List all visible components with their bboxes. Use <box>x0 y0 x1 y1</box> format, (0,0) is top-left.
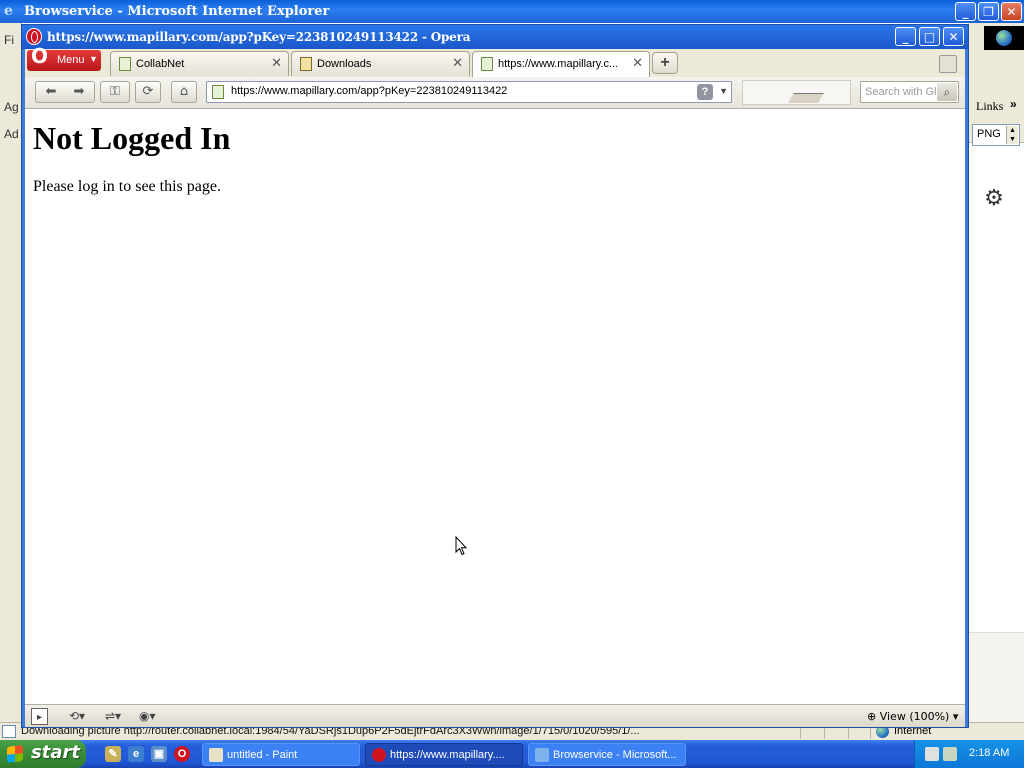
tab-bar: O Menu ▼ CollabNet ✕ Downloads ✕ https:/… <box>25 44 965 77</box>
navigation-toolbar: ⬅ ➡ ⚿ ⟳ ⌂ https://www.mapillary.com/app?p… <box>25 77 965 109</box>
opera-o-icon: O <box>31 44 49 68</box>
ie-throbber-globe-icon <box>984 26 1024 50</box>
ie-links-label[interactable]: Links <box>976 99 1003 114</box>
reload-icon[interactable]: ⟳ <box>135 81 161 103</box>
share-icon[interactable]: ⇌▾ <box>105 708 121 725</box>
tab-collabnet[interactable]: CollabNet ✕ <box>110 51 289 76</box>
page-heading: Not Logged In <box>33 120 231 156</box>
tab-panel-icon[interactable] <box>939 55 957 73</box>
forward-arrow-icon[interactable]: ➡ <box>65 82 93 102</box>
ie-links-chevron-icon[interactable]: » <box>1010 97 1017 111</box>
tab-close-icon[interactable]: ✕ <box>452 55 463 71</box>
opera-titlebar[interactable]: https://www.mapillary.com/app?pKey=22381… <box>22 25 968 49</box>
network-icon[interactable] <box>925 747 939 761</box>
image-format-value: PNG <box>977 128 1001 140</box>
search-field[interactable]: Search with Gl ⌕ <box>860 81 959 103</box>
ie-restore-button[interactable]: ❐ <box>978 2 999 21</box>
page-content: Not Logged In Please log in to see this … <box>25 110 965 704</box>
opera-window-title: https://www.mapillary.com/app?pKey=22381… <box>47 30 471 44</box>
tab-label: Downloads <box>317 58 372 70</box>
quicklaunch-desktop-icon[interactable]: ▣ <box>151 746 167 762</box>
quicklaunch-ie-icon[interactable]: e <box>128 746 144 762</box>
panel-toggle-icon[interactable]: ▸ <box>31 708 48 725</box>
start-button[interactable]: start <box>0 740 86 768</box>
ie-window-title: Browservice - Microsoft Internet Explore… <box>24 4 330 19</box>
quicklaunch-opera-icon[interactable]: O <box>174 746 190 762</box>
chevron-down-icon: ▼ <box>89 54 98 64</box>
sync-icon[interactable]: ⟲▾ <box>69 708 85 725</box>
search-placeholder: Search with Gl <box>865 86 937 98</box>
search-icon[interactable]: ⌕ <box>937 83 957 101</box>
page-message: Please log in to see this page. <box>33 178 221 195</box>
ie-icon <box>535 748 549 762</box>
ie-left-toolbar-strip: Fi Ag Ad <box>0 23 22 733</box>
new-tab-button[interactable]: + <box>652 52 678 74</box>
opera-logo-icon <box>26 28 42 45</box>
zoom-icon: ⊕ <box>867 710 880 723</box>
zoom-label: View (100%) <box>879 710 950 723</box>
ie-menu-fragment[interactable]: Fi <box>4 33 14 47</box>
task-label: https://www.mapillary.... <box>390 749 505 761</box>
back-forward-group: ⬅ ➡ <box>35 81 95 103</box>
chevron-down-icon[interactable]: ▼ <box>719 86 728 96</box>
page-icon <box>119 57 131 71</box>
opera-window: https://www.mapillary.com/app?pKey=22381… <box>22 25 968 727</box>
ie-links-fragment[interactable]: Ag <box>4 100 19 114</box>
ie-address-fragment: Ad <box>4 127 19 141</box>
home-icon[interactable]: ⌂ <box>171 81 197 103</box>
task-opera[interactable]: https://www.mapillary.... <box>365 743 523 766</box>
clock[interactable]: 2:18 AM <box>969 747 1009 759</box>
zoom-control[interactable]: ⊕ View (100%) ▾ <box>867 708 958 725</box>
opera-icon <box>372 748 386 762</box>
opera-minimize-button[interactable]: _ <box>895 27 916 46</box>
settings-gear-icon[interactable]: ⚙ <box>983 188 1005 210</box>
tab-label: CollabNet <box>136 58 185 70</box>
tab-close-icon[interactable]: ✕ <box>271 55 282 71</box>
speed-dial-thumbnail[interactable] <box>742 80 851 105</box>
windows-flag-icon <box>7 745 23 763</box>
quicklaunch-notepad-icon[interactable]: ✎ <box>105 746 121 762</box>
image-format-spinner[interactable]: ▲ ▼ <box>1006 126 1018 144</box>
opera-close-button[interactable]: ✕ <box>943 27 964 46</box>
tab-label: https://www.mapillary.c... <box>498 58 619 70</box>
ie-logo-icon: e <box>4 3 13 19</box>
address-bar[interactable]: https://www.mapillary.com/app?pKey=22381… <box>206 81 732 103</box>
volume-icon[interactable] <box>943 747 957 761</box>
task-ie[interactable]: Browservice - Microsoft... <box>528 743 686 766</box>
opera-statusbar: ▸ ⟲▾ ⇌▾ ◉▾ ⊕ View (100%) ▾ <box>25 704 965 727</box>
download-icon <box>300 57 312 71</box>
opera-menu-button[interactable]: O Menu ▼ <box>27 44 101 71</box>
paint-icon <box>209 748 223 762</box>
system-tray: 2:18 AM <box>914 740 1024 768</box>
start-label: start <box>31 742 80 763</box>
mouse-cursor-icon <box>455 536 467 556</box>
menu-label: Menu <box>57 54 85 66</box>
tab-downloads[interactable]: Downloads ✕ <box>291 51 470 76</box>
task-label: untitled - Paint <box>227 749 298 761</box>
address-text[interactable]: https://www.mapillary.com/app?pKey=22381… <box>231 85 507 97</box>
taskbar: start ✎ e ▣ O untitled - Paint https://w… <box>0 740 1024 768</box>
key-icon[interactable]: ⚿ <box>100 81 130 103</box>
ie-close-button[interactable]: ✕ <box>1001 2 1022 21</box>
tab-close-icon[interactable]: ✕ <box>632 55 643 71</box>
page-icon <box>212 85 224 99</box>
turbo-icon[interactable]: ◉▾ <box>139 708 156 725</box>
image-format-select[interactable]: PNG ▲ ▼ <box>972 124 1020 146</box>
ie-right-bottom-area <box>968 632 1024 722</box>
task-label: Browservice - Microsoft... <box>553 749 677 761</box>
ie-titlebar[interactable]: e Browservice - Microsoft Internet Explo… <box>0 0 1024 23</box>
tab-mapillary[interactable]: https://www.mapillary.c... ✕ <box>472 51 650 77</box>
page-loading-icon <box>2 725 16 738</box>
back-arrow-icon[interactable]: ⬅ <box>37 82 65 102</box>
page-icon <box>481 57 493 71</box>
site-info-icon[interactable]: ? <box>697 84 713 100</box>
task-paint[interactable]: untitled - Paint <box>202 743 360 766</box>
opera-maximize-button[interactable]: □ <box>919 27 940 46</box>
ie-minimize-button[interactable]: _ <box>955 2 976 21</box>
